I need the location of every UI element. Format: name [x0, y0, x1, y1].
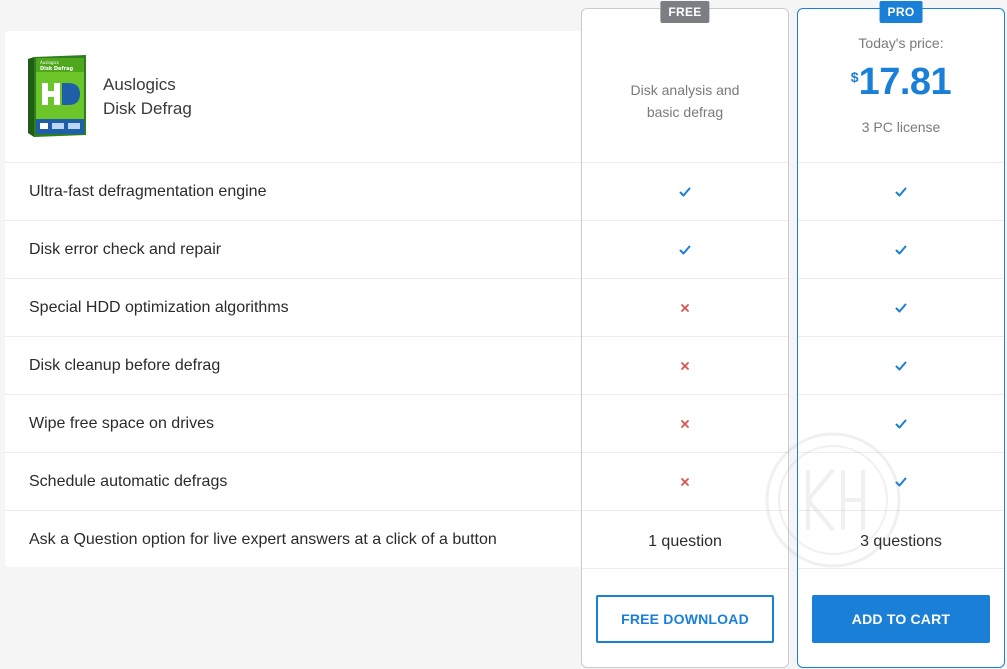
feature-row: Ask a Question option for live expert an… — [5, 510, 582, 568]
cross-icon — [681, 303, 689, 312]
feature-label: Ask a Question option for live expert an… — [29, 531, 497, 548]
product-name: Auslogics Disk Defrag — [103, 73, 192, 121]
free-download-button[interactable]: FREE DOWNLOAD — [596, 595, 774, 643]
check-icon — [679, 245, 691, 254]
free-feature-cell — [582, 394, 788, 452]
price-currency: $ — [850, 69, 859, 85]
box-brand-text: Auslogics — [40, 60, 59, 65]
feature-label: Disk cleanup before defrag — [29, 357, 221, 374]
features-panel: Auslogics Disk Defrag Auslogics Disk Def… — [5, 31, 582, 567]
plan-column-pro: PRO Today's price: $17.81 3 PC license 3… — [797, 1, 1005, 668]
check-icon — [895, 477, 907, 486]
check-icon — [895, 187, 907, 196]
free-plan-description: Disk analysis and basic defrag — [582, 79, 788, 123]
feature-row: Schedule automatic defrags — [5, 452, 582, 510]
price-amount: 17.81 — [858, 61, 952, 103]
cross-icon — [681, 477, 689, 486]
product-header: Auslogics Disk Defrag Auslogics Disk Def… — [5, 31, 582, 162]
free-feature-cell — [582, 452, 788, 510]
feature-label: Special HDD optimization algorithms — [29, 299, 289, 316]
product-box-image: Auslogics Disk Defrag — [28, 55, 86, 137]
check-icon — [895, 245, 907, 254]
feature-row: Disk cleanup before defrag — [5, 336, 582, 394]
pro-feature-cell — [798, 452, 1004, 510]
cross-icon — [681, 361, 689, 370]
free-feature-cell: 1 question — [582, 510, 788, 568]
price: $17.81 — [798, 61, 1004, 104]
add-to-cart-button[interactable]: ADD TO CART — [812, 595, 990, 643]
free-feature-cell — [582, 278, 788, 336]
check-icon — [895, 361, 907, 370]
plan-header-pro: Today's price: $17.81 3 PC license — [798, 9, 1004, 162]
plan-column-free: FREE Disk analysis and basic defrag 1 qu… — [581, 1, 789, 668]
check-icon — [895, 419, 907, 428]
license-info: 3 PC license — [861, 119, 941, 135]
feature-row: Ultra-fast defragmentation engine — [5, 162, 582, 220]
feature-label: Disk error check and repair — [29, 241, 222, 258]
free-cell-text: 1 question — [648, 532, 722, 550]
feature-label: Schedule automatic defrags — [29, 473, 228, 490]
pro-feature-cell — [798, 336, 1004, 394]
feature-label: Ultra-fast defragmentation engine — [29, 183, 267, 200]
pro-feature-cell — [798, 162, 1004, 220]
product-name-line2: Disk Defrag — [103, 99, 192, 118]
pro-feature-cell — [798, 220, 1004, 278]
cross-icon — [681, 419, 689, 428]
plan-header-free: Disk analysis and basic defrag — [582, 9, 788, 162]
pro-feature-cell — [798, 394, 1004, 452]
feature-row: Disk error check and repair — [5, 220, 582, 278]
product-name-line1: Auslogics — [103, 75, 176, 94]
row-divider — [798, 568, 1004, 569]
free-feature-cell — [582, 336, 788, 394]
free-description-line2: basic defrag — [646, 104, 724, 120]
check-icon — [679, 187, 691, 196]
check-icon — [895, 303, 907, 312]
price-caption: Today's price: — [858, 35, 944, 51]
box-title-text: Disk Defrag — [40, 66, 73, 72]
pro-feature-cell — [798, 278, 1004, 336]
free-description-line1: Disk analysis and — [630, 82, 740, 98]
free-feature-cell — [582, 220, 788, 278]
feature-row: Special HDD optimization algorithms — [5, 278, 582, 336]
feature-row: Wipe free space on drives — [5, 394, 582, 452]
feature-label: Wipe free space on drives — [29, 415, 214, 432]
free-feature-cell — [582, 162, 788, 220]
pro-cell-text: 3 questions — [860, 532, 942, 550]
row-divider — [582, 568, 788, 569]
pro-feature-cell: 3 questions — [798, 510, 1004, 568]
